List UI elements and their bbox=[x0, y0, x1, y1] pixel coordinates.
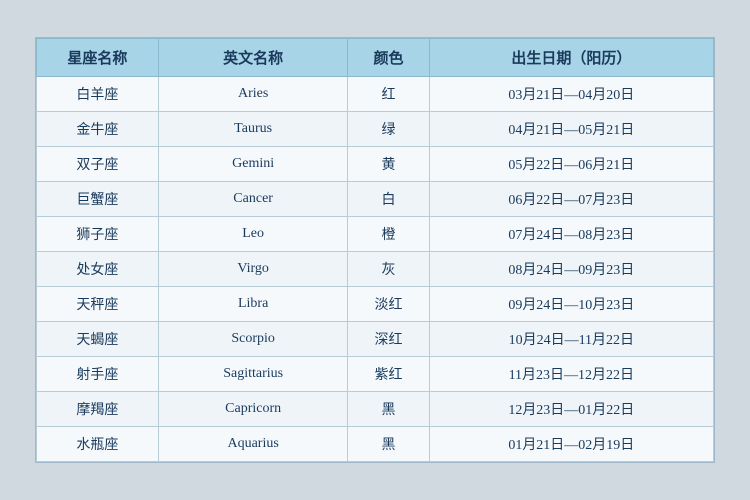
cell-en: Aquarius bbox=[158, 427, 348, 462]
cell-zh: 天秤座 bbox=[37, 287, 159, 322]
cell-en: Gemini bbox=[158, 147, 348, 182]
table-row: 水瓶座Aquarius黑01月21日—02月19日 bbox=[37, 427, 714, 462]
table-row: 双子座Gemini黄05月22日—06月21日 bbox=[37, 147, 714, 182]
cell-color: 橙 bbox=[348, 217, 429, 252]
table-row: 天蝎座Scorpio深红10月24日—11月22日 bbox=[37, 322, 714, 357]
cell-zh: 巨蟹座 bbox=[37, 182, 159, 217]
cell-en: Taurus bbox=[158, 112, 348, 147]
table-row: 白羊座Aries红03月21日—04月20日 bbox=[37, 77, 714, 112]
cell-color: 黄 bbox=[348, 147, 429, 182]
cell-date: 07月24日—08月23日 bbox=[429, 217, 713, 252]
cell-zh: 处女座 bbox=[37, 252, 159, 287]
table-header-row: 星座名称 英文名称 颜色 出生日期（阳历） bbox=[37, 39, 714, 77]
cell-color: 灰 bbox=[348, 252, 429, 287]
cell-date: 06月22日—07月23日 bbox=[429, 182, 713, 217]
cell-zh: 狮子座 bbox=[37, 217, 159, 252]
zodiac-table-container: 星座名称 英文名称 颜色 出生日期（阳历） 白羊座Aries红03月21日—04… bbox=[35, 37, 715, 463]
cell-color: 黑 bbox=[348, 427, 429, 462]
cell-en: Aries bbox=[158, 77, 348, 112]
table-row: 射手座Sagittarius紫红11月23日—12月22日 bbox=[37, 357, 714, 392]
cell-zh: 天蝎座 bbox=[37, 322, 159, 357]
cell-en: Virgo bbox=[158, 252, 348, 287]
cell-zh: 双子座 bbox=[37, 147, 159, 182]
cell-en: Cancer bbox=[158, 182, 348, 217]
cell-date: 09月24日—10月23日 bbox=[429, 287, 713, 322]
cell-date: 04月21日—05月21日 bbox=[429, 112, 713, 147]
table-row: 金牛座Taurus绿04月21日—05月21日 bbox=[37, 112, 714, 147]
table-row: 狮子座Leo橙07月24日—08月23日 bbox=[37, 217, 714, 252]
cell-date: 12月23日—01月22日 bbox=[429, 392, 713, 427]
cell-zh: 摩羯座 bbox=[37, 392, 159, 427]
cell-color: 白 bbox=[348, 182, 429, 217]
cell-date: 03月21日—04月20日 bbox=[429, 77, 713, 112]
cell-color: 深红 bbox=[348, 322, 429, 357]
cell-date: 01月21日—02月19日 bbox=[429, 427, 713, 462]
cell-en: Leo bbox=[158, 217, 348, 252]
header-date: 出生日期（阳历） bbox=[429, 39, 713, 77]
cell-color: 红 bbox=[348, 77, 429, 112]
cell-en: Scorpio bbox=[158, 322, 348, 357]
cell-zh: 金牛座 bbox=[37, 112, 159, 147]
header-zh: 星座名称 bbox=[37, 39, 159, 77]
cell-date: 08月24日—09月23日 bbox=[429, 252, 713, 287]
cell-en: Capricorn bbox=[158, 392, 348, 427]
cell-zh: 水瓶座 bbox=[37, 427, 159, 462]
zodiac-table: 星座名称 英文名称 颜色 出生日期（阳历） 白羊座Aries红03月21日—04… bbox=[36, 38, 714, 462]
cell-date: 11月23日—12月22日 bbox=[429, 357, 713, 392]
table-body: 白羊座Aries红03月21日—04月20日金牛座Taurus绿04月21日—0… bbox=[37, 77, 714, 462]
table-row: 处女座Virgo灰08月24日—09月23日 bbox=[37, 252, 714, 287]
cell-color: 绿 bbox=[348, 112, 429, 147]
table-row: 天秤座Libra淡红09月24日—10月23日 bbox=[37, 287, 714, 322]
table-row: 巨蟹座Cancer白06月22日—07月23日 bbox=[37, 182, 714, 217]
cell-zh: 白羊座 bbox=[37, 77, 159, 112]
cell-zh: 射手座 bbox=[37, 357, 159, 392]
cell-color: 紫红 bbox=[348, 357, 429, 392]
header-color: 颜色 bbox=[348, 39, 429, 77]
cell-date: 05月22日—06月21日 bbox=[429, 147, 713, 182]
header-en: 英文名称 bbox=[158, 39, 348, 77]
table-row: 摩羯座Capricorn黑12月23日—01月22日 bbox=[37, 392, 714, 427]
cell-en: Libra bbox=[158, 287, 348, 322]
cell-color: 黑 bbox=[348, 392, 429, 427]
cell-date: 10月24日—11月22日 bbox=[429, 322, 713, 357]
cell-color: 淡红 bbox=[348, 287, 429, 322]
cell-en: Sagittarius bbox=[158, 357, 348, 392]
